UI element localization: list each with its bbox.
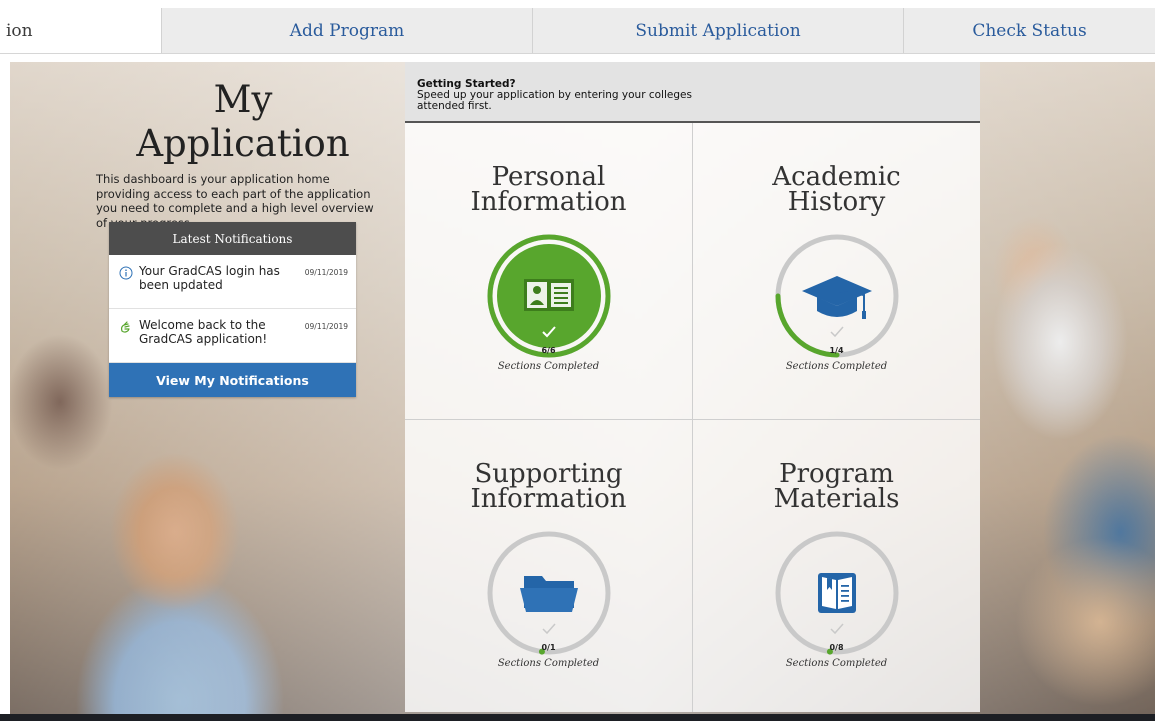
- notification-item[interactable]: Your GradCAS login has been updated 09/1…: [109, 255, 356, 309]
- progress-ring: [775, 234, 899, 358]
- notifications-card: Latest Notifications Your GradCAS login …: [109, 222, 356, 397]
- graduation-cap-icon: [802, 276, 872, 319]
- tab-add-program[interactable]: Add Program: [161, 8, 532, 53]
- sections-grid: Personal Information 6/6 Sections Comple…: [405, 123, 980, 712]
- tab-submit-application[interactable]: Submit Application: [532, 8, 903, 53]
- checkmark-icon: [830, 326, 844, 338]
- taskbar-strip: [0, 714, 1155, 721]
- progress-ring: [487, 234, 611, 358]
- section-title: Supporting Information: [470, 459, 627, 514]
- folder-icon: [520, 576, 578, 612]
- book-icon: [818, 573, 856, 613]
- getting-started-banner: Getting Started? Speed up your applicati…: [405, 62, 980, 123]
- section-caption: Sections Completed: [497, 658, 600, 669]
- notification-text: Welcome back to the GradCAS application!: [139, 318, 268, 346]
- notification-date: 09/11/2019: [304, 268, 348, 277]
- section-title: Personal Information: [470, 162, 627, 217]
- section-program-materials[interactable]: Program Materials 0/8 Sections Completed: [693, 420, 980, 712]
- tab-my-application[interactable]: ion: [0, 8, 161, 53]
- id-card-icon: [524, 279, 574, 311]
- notification-date: 09/11/2019: [304, 322, 348, 331]
- checkmark-icon: [542, 623, 556, 635]
- view-notifications-button[interactable]: View My Notifications: [109, 363, 356, 397]
- section-caption: Sections Completed: [785, 361, 888, 372]
- top-nav-tabs: ion Add Program Submit Application Check…: [0, 8, 1155, 54]
- left-column: My Application This dashboard is your ap…: [96, 78, 376, 230]
- progress-ring: [487, 531, 611, 655]
- info-circle-icon: [119, 266, 133, 280]
- section-personal-information[interactable]: Personal Information 6/6 Sections Comple…: [405, 123, 693, 420]
- page-title: My Application: [136, 78, 350, 165]
- progress-ring: [775, 531, 899, 655]
- tab-check-status[interactable]: Check Status: [903, 8, 1155, 53]
- section-title: Program Materials: [773, 459, 900, 514]
- checkmark-icon: [830, 623, 844, 635]
- notification-item[interactable]: Welcome back to the GradCAS application!…: [109, 309, 356, 363]
- section-count: 0/1: [541, 643, 556, 652]
- notifications-header: Latest Notifications: [109, 222, 356, 255]
- section-count: 0/8: [829, 643, 844, 652]
- section-title: Academic History: [772, 162, 901, 217]
- section-count: 1/4: [829, 346, 844, 355]
- waving-hand-icon: [121, 321, 130, 333]
- section-caption: Sections Completed: [497, 361, 600, 372]
- section-academic-history[interactable]: Academic History 1/4 Sections Completed: [693, 123, 980, 420]
- notification-text: Your GradCAS login has been updated: [139, 264, 280, 292]
- section-caption: Sections Completed: [785, 658, 888, 669]
- application-sections-panel: Getting Started? Speed up your applicati…: [405, 62, 980, 714]
- getting-started-text: Speed up your application by entering yo…: [417, 89, 692, 112]
- section-count: 6/6: [541, 346, 556, 355]
- section-supporting-information[interactable]: Supporting Information 0/1 Sections Comp…: [405, 420, 693, 712]
